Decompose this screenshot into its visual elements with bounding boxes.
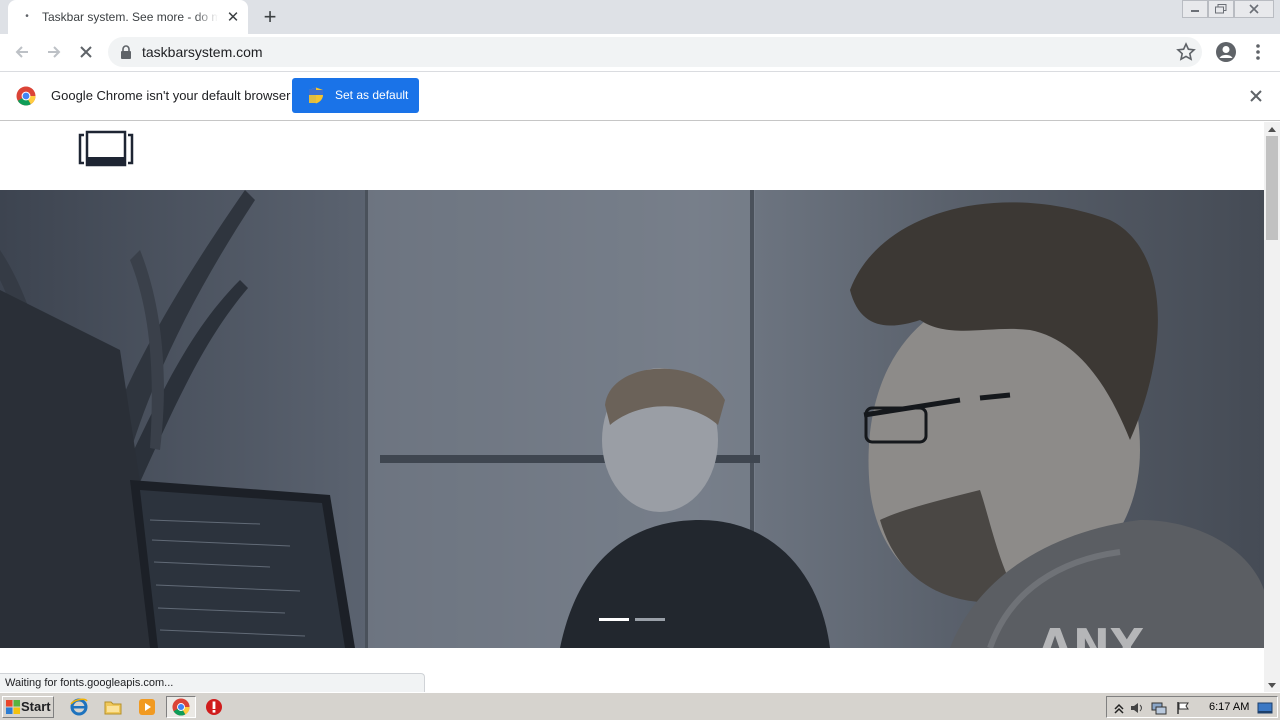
status-bubble: Waiting for fonts.googleapis.com...	[0, 673, 425, 692]
page-viewport: ANY RUN Waiting for fonts.googleapis.com…	[0, 122, 1264, 692]
lock-icon	[121, 45, 131, 59]
hero-carousel	[0, 190, 1264, 648]
account-circle-icon	[1216, 42, 1236, 62]
set-as-default-label: Set as default	[335, 88, 409, 102]
forward-button[interactable]	[40, 38, 68, 66]
uac-shield-icon	[309, 87, 323, 104]
taskbar-system-logo-icon[interactable]	[78, 130, 134, 168]
address-bar[interactable]: taskbarsystem.com	[108, 37, 1202, 67]
infobar-message: Google Chrome isn't your default browser	[51, 88, 291, 103]
site-header	[0, 122, 1264, 190]
window-close-button[interactable]	[1234, 0, 1274, 18]
arrow-left-icon	[15, 46, 28, 58]
system-tray: 6:17 AM	[1106, 696, 1278, 718]
infobar-close-icon[interactable]	[1246, 86, 1266, 106]
stop-loading-button[interactable]	[72, 38, 100, 66]
back-button[interactable]	[8, 38, 36, 66]
tab-strip: • Taskbar system. See more - do more ✕ +	[0, 0, 1280, 34]
start-label: Start	[21, 699, 51, 714]
taskbar-clock[interactable]: 6:17 AM	[1209, 701, 1249, 713]
chrome-icon[interactable]	[166, 696, 196, 718]
internet-explorer-icon[interactable]	[66, 696, 92, 718]
media-player-icon[interactable]	[134, 696, 160, 718]
carousel-dot-1[interactable]	[599, 618, 629, 621]
tab-title: Taskbar system. See more - do more	[42, 10, 218, 26]
arrow-right-icon	[48, 46, 61, 58]
set-as-default-button[interactable]: Set as default	[292, 78, 419, 113]
network-icon[interactable]	[1151, 701, 1167, 715]
scroll-up-arrow-icon[interactable]	[1264, 122, 1280, 136]
tab-close-icon[interactable]: ✕	[224, 8, 242, 26]
window-minimize-button[interactable]	[1182, 0, 1208, 18]
scrollbar-thumb[interactable]	[1266, 136, 1278, 240]
windows-taskbar: Start 6:17 AM	[0, 692, 1280, 720]
browser-menu-button[interactable]	[1244, 38, 1272, 66]
anyrun-watermark: ANY RUN	[1038, 620, 1146, 692]
window-restore-button[interactable]	[1208, 0, 1234, 18]
loading-favicon-icon: •	[25, 11, 29, 22]
volume-icon[interactable]	[1129, 701, 1145, 715]
chrome-logo-icon	[16, 86, 36, 106]
windows-logo-icon	[6, 700, 20, 714]
bookmark-star-icon[interactable]	[1176, 42, 1196, 62]
url-text[interactable]: taskbarsystem.com	[142, 44, 263, 60]
action-center-flag-icon[interactable]	[1175, 701, 1191, 715]
close-icon	[80, 46, 92, 58]
scroll-down-arrow-icon[interactable]	[1264, 678, 1280, 692]
show-desktop-icon[interactable]	[1257, 701, 1273, 715]
default-browser-infobar: Google Chrome isn't your default browser…	[0, 71, 1280, 121]
hero-office-photo	[0, 190, 1264, 648]
profile-button[interactable]	[1212, 38, 1240, 66]
show-hidden-icons-icon[interactable]	[1111, 701, 1127, 715]
carousel-dot-2[interactable]	[635, 618, 665, 621]
tab-taskbar-system[interactable]: • Taskbar system. See more - do more ✕	[8, 0, 248, 34]
new-tab-button[interactable]: +	[258, 4, 282, 29]
stop-sign-icon[interactable]	[201, 696, 227, 718]
vertical-scrollbar[interactable]	[1264, 122, 1280, 692]
file-explorer-icon[interactable]	[100, 696, 126, 718]
start-button[interactable]: Start	[2, 696, 54, 718]
kebab-menu-icon	[1256, 44, 1260, 60]
browser-toolbar: taskbarsystem.com	[0, 34, 1280, 71]
